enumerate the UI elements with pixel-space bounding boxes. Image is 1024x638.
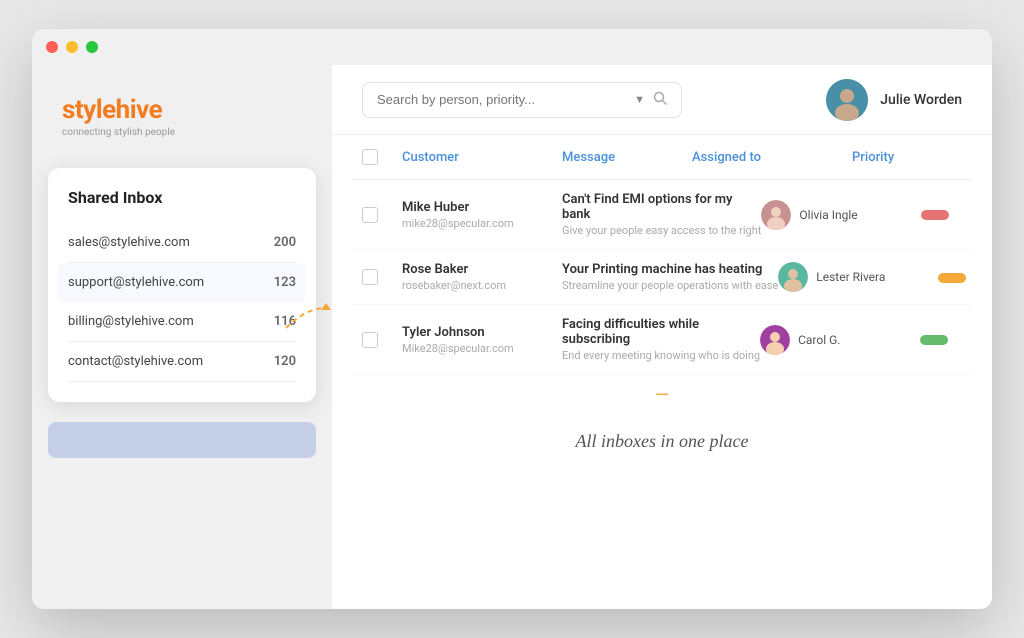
assignee-cell-1: Olivia Ingle xyxy=(761,200,921,230)
inbox-item-billing[interactable]: billing@stylehive.com 116 xyxy=(68,302,296,342)
customer-name-1: Mike Huber xyxy=(402,200,562,215)
shared-inbox-title: Shared Inbox xyxy=(68,188,296,207)
user-name: Julie Worden xyxy=(880,92,962,108)
message-preview-3: End every meeting knowing who is doing xyxy=(562,349,760,362)
user-avatar xyxy=(826,79,868,121)
assignee-avatar-1 xyxy=(761,200,791,230)
main-area: stylehive connecting stylish people Shar… xyxy=(32,65,992,609)
minimize-dot[interactable] xyxy=(66,41,78,53)
table-header: Customer Message Assigned to Priority xyxy=(352,135,972,180)
inbox-count-contact: 120 xyxy=(274,354,296,369)
customer-cell-2: Rose Baker rosebaker@next.com xyxy=(402,262,562,292)
col-assigned: Assigned to xyxy=(692,150,852,165)
search-icon[interactable] xyxy=(653,91,667,109)
app-window: stylehive connecting stylish people Shar… xyxy=(32,29,992,609)
table-row[interactable]: Mike Huber mike28@specular.com Can't Fin… xyxy=(352,180,972,250)
demo-button[interactable] xyxy=(48,422,316,458)
assignee-name-1: Olivia Ingle xyxy=(799,208,857,222)
inbox-item-support[interactable]: support@stylehive.com 123 xyxy=(58,263,306,302)
topbar: ▼ xyxy=(332,65,992,135)
footer-tagline: All inboxes in one place xyxy=(352,411,972,472)
customer-email-1: mike28@specular.com xyxy=(402,217,562,230)
col-customer: Customer xyxy=(402,150,562,165)
message-subject-2: Your Printing machine has heating xyxy=(562,262,778,277)
customer-cell-1: Mike Huber mike28@specular.com xyxy=(402,200,562,230)
assignee-avatar-2 xyxy=(778,262,808,292)
content-area: ▼ xyxy=(332,65,992,609)
inbox-item-sales[interactable]: sales@stylehive.com 200 xyxy=(68,223,296,263)
inbox-count-sales: 200 xyxy=(274,235,296,250)
inbox-item-contact[interactable]: contact@stylehive.com 120 xyxy=(68,342,296,382)
inbox-count-support: 123 xyxy=(274,275,296,290)
footer-dash: — xyxy=(352,385,972,406)
inbox-table: Customer Message Assigned to Priority Mi… xyxy=(332,135,992,609)
row-checkbox-3[interactable] xyxy=(362,332,378,348)
priority-badge-1 xyxy=(921,210,949,220)
row-checkbox-1[interactable] xyxy=(362,207,378,223)
search-input[interactable] xyxy=(377,92,626,107)
assignee-name-3: Carol G. xyxy=(798,333,840,347)
search-box[interactable]: ▼ xyxy=(362,82,682,118)
customer-name-3: Tyler Johnson xyxy=(402,325,562,340)
sidebar: stylehive connecting stylish people Shar… xyxy=(32,65,332,609)
inbox-count-billing: 116 xyxy=(274,314,296,329)
priority-cell-2 xyxy=(938,268,992,287)
select-all-checkbox[interactable] xyxy=(362,149,378,165)
brand-logo: stylehive xyxy=(62,95,302,125)
col-message: Message xyxy=(562,150,692,165)
customer-name-2: Rose Baker xyxy=(402,262,562,277)
close-dot[interactable] xyxy=(46,41,58,53)
assignee-avatar-3 xyxy=(760,325,790,355)
table-row[interactable]: Rose Baker rosebaker@next.com Your Print… xyxy=(352,250,972,305)
inbox-email-support: support@stylehive.com xyxy=(68,275,204,290)
priority-badge-2 xyxy=(938,273,966,283)
message-cell-1: Can't Find EMI options for my bank Give … xyxy=(562,192,761,237)
priority-cell-1 xyxy=(921,205,992,224)
inbox-email-billing: billing@stylehive.com xyxy=(68,314,194,329)
row-checkbox-2[interactable] xyxy=(362,269,378,285)
brand-tagline: connecting stylish people xyxy=(62,127,302,138)
message-cell-3: Facing difficulties while subscribing En… xyxy=(562,317,760,362)
footer-area: — All inboxes in one place xyxy=(352,385,972,472)
shared-inbox-card: Shared Inbox sales@stylehive.com 200 sup… xyxy=(48,168,316,402)
user-area[interactable]: Julie Worden xyxy=(826,79,962,121)
message-subject-3: Facing difficulties while subscribing xyxy=(562,317,760,347)
assignee-name-2: Lester Rivera xyxy=(816,270,885,284)
priority-cell-3 xyxy=(920,330,992,349)
assignee-cell-3: Carol G. xyxy=(760,325,920,355)
customer-email-3: Mike28@specular.com xyxy=(402,342,562,355)
assignee-cell-2: Lester Rivera xyxy=(778,262,938,292)
inbox-email-contact: contact@stylehive.com xyxy=(68,354,203,369)
col-priority: Priority xyxy=(852,150,962,165)
inbox-email-sales: sales@stylehive.com xyxy=(68,235,190,250)
message-preview-2: Streamline your people operations with e… xyxy=(562,279,778,292)
customer-email-2: rosebaker@next.com xyxy=(402,279,562,292)
sidebar-bottom xyxy=(32,422,332,462)
message-subject-1: Can't Find EMI options for my bank xyxy=(562,192,761,222)
maximize-dot[interactable] xyxy=(86,41,98,53)
titlebar xyxy=(32,29,992,65)
message-cell-2: Your Printing machine has heating Stream… xyxy=(562,262,778,292)
table-row[interactable]: Tyler Johnson Mike28@specular.com Facing… xyxy=(352,305,972,375)
filter-icon[interactable]: ▼ xyxy=(634,93,645,106)
priority-badge-3 xyxy=(920,335,948,345)
message-preview-1: Give your people easy access to the righ… xyxy=(562,224,761,237)
logo-area: stylehive connecting stylish people xyxy=(32,85,332,168)
customer-cell-3: Tyler Johnson Mike28@specular.com xyxy=(402,325,562,355)
